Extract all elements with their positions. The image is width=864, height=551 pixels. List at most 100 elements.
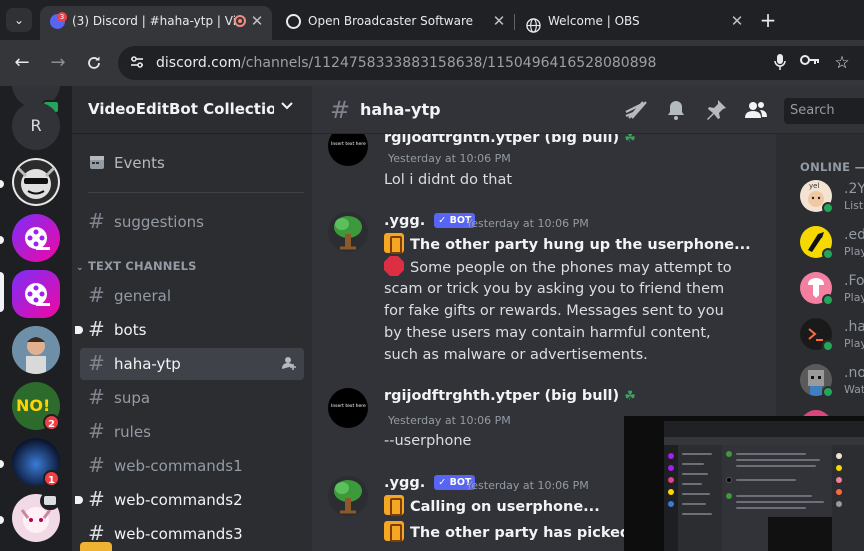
server-list: R NO! 2 1 — [0, 86, 72, 551]
tab-welcome-obs[interactable]: Welcome | OBS ✕ — [516, 6, 752, 40]
calendar-icon — [89, 154, 105, 170]
new-tab-button[interactable]: + — [758, 8, 778, 32]
hash-icon: # — [330, 96, 351, 124]
close-tab-icon[interactable]: ✕ — [492, 6, 506, 36]
url-text[interactable]: discord.com/channels/1124758333883158638… — [156, 46, 656, 80]
events-link[interactable]: Events — [80, 148, 304, 180]
hash-icon: # — [88, 351, 105, 375]
screen-capture-preview[interactable] — [624, 416, 864, 551]
embed-title-text: Calling on userphone... — [410, 499, 600, 515]
preview-member-list — [832, 445, 864, 551]
preview-server-list — [664, 445, 678, 551]
member-item[interactable]: .no Wat — [800, 364, 864, 404]
tab-discord[interactable]: 3 (3) Discord | #haha-ytp | Vid ✕ — [40, 6, 272, 40]
telephone-icon — [384, 495, 404, 516]
message-author[interactable]: .ygg. ✓ BOT — [384, 475, 476, 491]
server-icon-videoeditbot[interactable] — [12, 214, 60, 262]
globe-icon — [526, 14, 541, 33]
mention-badge: 1 — [43, 470, 60, 487]
preview-toolbar — [664, 437, 864, 445]
channel-rules[interactable]: # rules — [80, 416, 304, 448]
hash-icon: # — [88, 453, 105, 477]
tab-obs[interactable]: Open Broadcaster Software | OBS ✕ — [276, 6, 514, 40]
message-line: The other party has picked up — [410, 525, 657, 541]
obs-favicon-icon — [286, 14, 301, 29]
member-list-icon[interactable] — [744, 98, 768, 122]
microphone-icon[interactable] — [770, 53, 790, 73]
online-status-icon — [822, 202, 834, 214]
url-path: /channels/1124758333883158638/1150496416… — [241, 55, 657, 71]
password-key-icon[interactable] — [800, 53, 820, 73]
threads-icon[interactable] — [624, 98, 648, 122]
tab-search-button[interactable]: ⌄ — [6, 8, 32, 32]
unread-pill — [0, 236, 4, 244]
user-avatar[interactable]: Insert text here — [328, 388, 368, 428]
message-timestamp: Yesterday at 10:06 PM — [388, 414, 511, 427]
close-tab-icon[interactable]: ✕ — [250, 6, 264, 36]
channel-supa[interactable]: # supa — [80, 382, 304, 414]
message-content: The other party has picked up — [384, 521, 656, 544]
user-panel-avatar[interactable] — [80, 542, 112, 551]
hash-icon: # — [88, 209, 105, 233]
member-item[interactable]: .ha Play — [800, 318, 864, 358]
member-name: .ed — [844, 227, 864, 243]
search-input[interactable]: Search — [784, 98, 864, 124]
member-item[interactable]: .Fo Play — [800, 272, 864, 312]
message-line: for fake gifts or rewards. Messages sent… — [384, 303, 724, 319]
channel-bots[interactable]: # bots — [75, 314, 304, 346]
app-window: ⌄ 3 (3) Discord | #haha-ytp | Vid ✕ Open… — [0, 0, 864, 551]
author-name: .ygg. — [384, 213, 426, 229]
message-author[interactable]: rgijodftrghth.ytper (big bull) ☘ — [384, 388, 636, 404]
category-label: TEXT CHANNELS — [87, 259, 197, 273]
server-icon-r[interactable]: R — [12, 102, 60, 150]
server-header[interactable]: VideoEditBot Collection 1.0 — [72, 86, 312, 134]
message-content: Lol i didnt do that — [384, 172, 513, 188]
tab-title: (3) Discord | #haha-ytp | Vid — [72, 14, 236, 28]
address-bar[interactable]: discord.com/channels/1124758333883158638… — [118, 46, 864, 80]
member-item[interactable]: .ed Play — [800, 226, 864, 266]
message-author[interactable]: .ygg. ✓ BOT — [384, 213, 476, 229]
member-activity: Play — [844, 337, 864, 350]
message-embed-title: Calling on userphone... — [384, 495, 600, 518]
channel-suggestions[interactable]: # suggestions — [80, 206, 304, 238]
close-tab-icon[interactable]: ✕ — [730, 6, 744, 36]
category-text-channels[interactable]: ⌄ TEXT CHANNELS — [76, 259, 197, 273]
site-info-icon[interactable] — [128, 54, 146, 72]
server-icon-cool-face[interactable] — [12, 158, 60, 206]
message-content: Some people on the phones may attempt to — [384, 256, 732, 279]
url-host: discord.com — [156, 55, 242, 71]
channel-web-commands3[interactable]: # web-commands3 — [80, 518, 304, 550]
channel-title: haha-ytp — [360, 100, 441, 119]
forward-button[interactable]: → — [46, 51, 70, 75]
recording-icon — [234, 15, 246, 27]
reload-button[interactable] — [82, 51, 106, 75]
preview-chat — [722, 445, 832, 551]
dm-bubble-icon — [40, 492, 60, 510]
bookmark-star-icon[interactable]: ☆ — [832, 53, 852, 73]
preview-channel-list — [678, 445, 722, 551]
member-name: .ha — [844, 319, 864, 335]
channel-haha-ytp[interactable]: # haha-ytp — [80, 348, 304, 380]
message-line: such as malware or advertisements. — [384, 347, 648, 363]
telephone-icon — [384, 521, 404, 542]
message-line: scam or trick you by asking you to frien… — [384, 281, 725, 297]
channel-general[interactable]: # general — [80, 280, 304, 312]
channel-label: rules — [114, 423, 151, 441]
channel-web-commands1[interactable]: # web-commands1 — [80, 450, 304, 482]
message-timestamp: Yesterday at 10:06 PM — [466, 217, 589, 230]
channel-web-commands2[interactable]: # web-commands2 — [75, 484, 304, 516]
bot-avatar[interactable] — [328, 476, 368, 516]
chevron-down-icon: ⌄ — [76, 263, 84, 273]
pinned-messages-icon[interactable] — [704, 98, 728, 122]
server-icon-person[interactable] — [12, 326, 60, 374]
add-member-icon[interactable] — [282, 356, 296, 373]
back-button[interactable]: ← — [10, 51, 34, 75]
bot-avatar[interactable] — [328, 212, 368, 252]
message-timestamp: Yesterday at 10:06 PM — [388, 152, 511, 165]
message-embed-title: The other party hung up the userphone... — [384, 233, 751, 256]
member-item[interactable]: yel .2Y List — [800, 180, 864, 220]
notification-bell-icon[interactable] — [664, 98, 688, 122]
tab-badge: 3 — [57, 12, 67, 22]
channel-label: web-commands3 — [114, 525, 243, 543]
server-icon-videoeditbot-active[interactable] — [12, 270, 60, 318]
